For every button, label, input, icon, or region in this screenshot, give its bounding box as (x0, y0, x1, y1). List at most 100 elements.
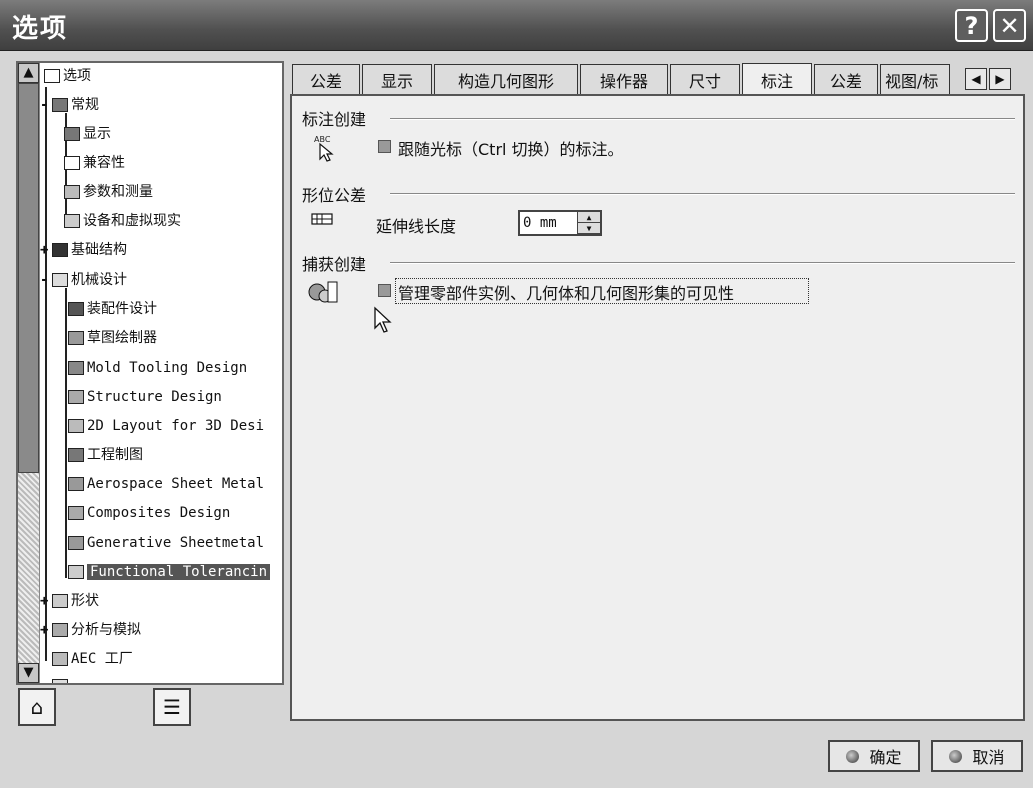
scroll-thumb[interactable] (18, 83, 39, 473)
close-icon: ✕ (999, 11, 1020, 40)
cancel-button[interactable]: 取消 (931, 740, 1023, 772)
section-title-capture-creation: 捕获创建 (302, 255, 367, 274)
lock-parameters-icon: ☰ (163, 695, 181, 719)
infrastructure-icon (52, 243, 68, 257)
collapse-icon[interactable]: - (40, 94, 52, 116)
layout-2d-icon (68, 419, 84, 433)
follow-cursor-icon: ABC (314, 135, 334, 162)
mouse-pointer-icon (374, 306, 392, 333)
tree-item-infrastructure[interactable]: + 基础结构 (40, 239, 127, 261)
structure-design-icon (68, 390, 84, 404)
tree-item-functional-tolerancing[interactable]: Functional Tolerancin (68, 561, 271, 583)
functional-tolerancing-icon (68, 565, 84, 579)
help-icon: ? (964, 11, 979, 40)
tree-item-composites[interactable]: Composites Design (68, 502, 230, 524)
scroll-up-arrow-icon[interactable]: ▲ (18, 63, 39, 83)
section-divider (390, 262, 1015, 264)
options-root-icon (44, 69, 60, 83)
expand-icon[interactable]: + (40, 239, 52, 261)
tree-item-aerospace-sheetmetal[interactable]: Aerospace Sheet Metal (68, 473, 264, 495)
tree-item-assembly-design[interactable]: 装配件设计 (68, 298, 157, 320)
section-title-gdt: 形位公差 (302, 186, 367, 205)
extension-line-icon (311, 213, 333, 225)
capture-visibility-icon (308, 281, 338, 303)
tab-tolerance-1[interactable]: 公差 (292, 64, 360, 94)
tree-item-devices[interactable]: 设备和虚拟现实 (64, 210, 181, 232)
ok-icon (846, 749, 860, 763)
extension-line-length-input[interactable]: 0 mm ▲ ▼ (518, 210, 602, 236)
expand-icon[interactable]: + (40, 619, 52, 641)
spin-down-icon[interactable]: ▼ (578, 223, 600, 234)
general-icon (52, 98, 68, 112)
tab-content-annotation: 标注创建 ABC 跟随光标（Ctrl 切换）的标注。 形位公差 延伸线长度 0 … (290, 94, 1025, 721)
lock-parameters-button[interactable]: ☰ (153, 688, 191, 726)
mold-tooling-icon (68, 361, 84, 375)
tree-item-mold-tooling[interactable]: Mold Tooling Design (68, 357, 247, 379)
manage-visibility-checkbox[interactable] (378, 284, 391, 297)
compatibility-icon (64, 156, 80, 170)
tree-line (45, 87, 47, 661)
follow-cursor-label: 跟随光标（Ctrl 切换）的标注。 (398, 140, 624, 159)
tree-item-analysis[interactable]: + 分析与模拟 (40, 619, 141, 641)
window-title: 选项 (12, 14, 69, 44)
tree-item-2d-layout[interactable]: 2D Layout for 3D Desi (68, 415, 264, 437)
tree-item-options[interactable]: 选项 (44, 65, 91, 87)
aec-plant-icon (52, 652, 68, 666)
svg-text:ABC: ABC (314, 135, 331, 144)
tab-dimensions[interactable]: 尺寸 (670, 64, 740, 94)
composites-icon (68, 506, 84, 520)
extension-line-spinner[interactable]: ▲ ▼ (577, 212, 600, 234)
assembly-design-icon (68, 302, 84, 316)
shape-icon (52, 594, 68, 608)
ok-button[interactable]: 确定 (828, 740, 920, 772)
tree-item-structure-design[interactable]: Structure Design (68, 386, 222, 408)
tree-item-display[interactable]: 显示 (64, 123, 111, 145)
section-divider (390, 118, 1015, 120)
help-button[interactable]: ? (955, 9, 988, 42)
follow-cursor-checkbox[interactable] (378, 140, 391, 153)
display-icon (64, 127, 80, 141)
spin-up-icon[interactable]: ▲ (578, 212, 600, 223)
tree-line (65, 288, 67, 578)
scroll-down-arrow-icon[interactable]: ▼ (18, 663, 39, 683)
aerospace-sheetmetal-icon (68, 477, 84, 491)
tab-construction-geometry[interactable]: 构造几何图形 (434, 64, 578, 94)
manage-visibility-label: 管理零部件实例、几何体和几何图形集的可见性 (398, 284, 735, 303)
tree-item-sketcher[interactable]: 草图绘制器 (68, 327, 157, 349)
drafting-icon (68, 448, 84, 462)
cancel-icon (949, 749, 963, 763)
tree-item-partial[interactable]: … (52, 675, 79, 683)
options-tree[interactable]: ▲ ▼ 选项 - 常规 显示 兼容性 参数和测量 设备和虚拟现实 + 基础结构 -机… (16, 61, 284, 685)
section-title-annotation-creation: 标注创建 (302, 110, 367, 129)
tree-item-generative-sheetmetal[interactable]: Generative Sheetmetal (68, 532, 264, 554)
tree-item-drafting[interactable]: 工程制图 (68, 444, 143, 466)
analysis-icon (52, 623, 68, 637)
sketcher-icon (68, 331, 84, 345)
mechanical-design-icon (52, 273, 68, 287)
reset-options-button[interactable]: ⌂ (18, 688, 56, 726)
parameters-icon (64, 185, 80, 199)
tree-item-shape[interactable]: + 形状 (40, 590, 99, 612)
devices-icon (64, 214, 80, 228)
generative-sheetmetal-icon (68, 536, 84, 550)
tab-manipulators[interactable]: 操作器 (580, 64, 668, 94)
tab-tolerance-2[interactable]: 公差 (814, 64, 878, 94)
partial-item-icon (52, 679, 68, 683)
tree-item-general[interactable]: - 常规 (40, 94, 99, 116)
tab-scroll-right-icon[interactable]: ▶ (989, 68, 1011, 90)
tree-item-compatibility[interactable]: 兼容性 (64, 152, 125, 174)
expand-icon[interactable]: + (40, 590, 52, 612)
tab-annotation[interactable]: 标注 (742, 63, 812, 95)
close-button[interactable]: ✕ (993, 9, 1026, 42)
tree-scrollbar[interactable]: ▲ ▼ (18, 63, 40, 683)
tree-item-parameters[interactable]: 参数和测量 (64, 181, 153, 203)
extension-line-length-value: 0 mm (523, 215, 557, 231)
tree-item-aec-plant[interactable]: AEC 工厂 (52, 648, 133, 670)
collapse-icon[interactable]: - (40, 269, 52, 291)
tab-view-annotation-plane[interactable]: 视图/标 (880, 64, 950, 94)
tab-display[interactable]: 显示 (362, 64, 432, 94)
tree-item-mechanical-design[interactable]: - 机械设计 (40, 269, 127, 291)
title-bar: 选项 ? ✕ (0, 0, 1033, 51)
extension-line-length-label: 延伸线长度 (376, 217, 457, 236)
tab-scroll-left-icon[interactable]: ◀ (965, 68, 987, 90)
